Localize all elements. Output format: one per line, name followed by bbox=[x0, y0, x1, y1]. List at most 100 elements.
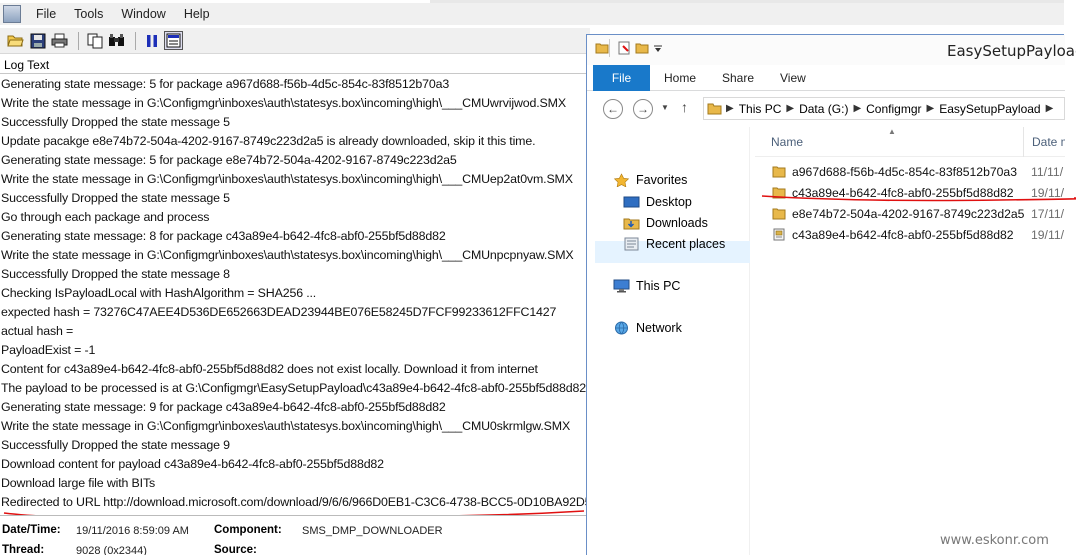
log-line[interactable]: Write the state message in G:\Configmgr\… bbox=[0, 94, 590, 113]
nav-this-pc-label: This PC bbox=[636, 279, 681, 293]
log-line[interactable]: Update pacakge e8e74b72-504a-4202-9167-8… bbox=[0, 132, 590, 151]
file-name: c43a89e4-b642-4fc8-abf0-255bf5d88d82 bbox=[792, 227, 1014, 242]
toolbar bbox=[0, 28, 590, 54]
thread-label: Thread: bbox=[2, 544, 45, 555]
nav-recent-places[interactable]: Recent places bbox=[623, 237, 725, 251]
nav-downloads[interactable]: Downloads bbox=[623, 216, 708, 230]
desktop-icon bbox=[623, 196, 640, 208]
log-line[interactable]: Checking IsPayloadLocal with HashAlgorit… bbox=[0, 284, 590, 303]
history-chevron-icon[interactable]: ▼ bbox=[661, 103, 669, 112]
up-arrow-icon[interactable]: ↑ bbox=[681, 99, 688, 115]
pause-icon[interactable] bbox=[142, 31, 161, 50]
star-icon bbox=[613, 173, 630, 187]
component-value: SMS_DMP_DOWNLOADER bbox=[302, 525, 443, 537]
nav-network-label: Network bbox=[636, 321, 682, 335]
address-bar[interactable]: ▶ This PC ▶ Data (G:) ▶ Configmgr ▶ Easy… bbox=[703, 97, 1065, 120]
log-line[interactable]: The payload to be processed is at G:\Con… bbox=[0, 379, 590, 398]
log-line[interactable]: expected hash = 73276C47AEE4D536DE652663… bbox=[0, 303, 590, 322]
column-divider[interactable] bbox=[1023, 127, 1024, 157]
nav-favorites-label: Favorites bbox=[636, 173, 688, 187]
file-date: 19/11/ bbox=[1031, 227, 1064, 242]
toolbar-separator bbox=[135, 31, 136, 50]
log-line[interactable]: actual hash = bbox=[0, 322, 590, 341]
log-text-column-header[interactable]: Log Text bbox=[0, 57, 590, 74]
source-label: Source: bbox=[214, 544, 257, 555]
nav-network[interactable]: Network bbox=[613, 321, 682, 335]
computer-icon bbox=[613, 279, 630, 293]
back-button[interactable]: ← bbox=[603, 99, 623, 119]
log-line[interactable]: Successfully Dropped the state message 9 bbox=[0, 436, 590, 455]
breadcrumb-separator-icon[interactable]: ▶ bbox=[1046, 103, 1054, 114]
log-line[interactable]: Write the state message in G:\Configmgr\… bbox=[0, 246, 590, 265]
copy-icon[interactable] bbox=[85, 31, 104, 50]
file-date: 17/11/ bbox=[1031, 206, 1064, 221]
chevron-down-icon[interactable] bbox=[653, 44, 663, 54]
menu-tools[interactable]: Tools bbox=[65, 7, 112, 21]
breadcrumb-separator-icon[interactable]: ▶ bbox=[927, 103, 935, 114]
ribbon-tab-file[interactable]: File bbox=[593, 65, 650, 91]
log-line[interactable]: Download large file with BITs bbox=[0, 474, 590, 493]
ribbon-tab-share[interactable]: Share bbox=[722, 65, 754, 91]
cab-file-icon bbox=[773, 228, 785, 241]
log-line[interactable]: Successfully Dropped the state message 5 bbox=[0, 189, 590, 208]
file-row[interactable]: c43a89e4-b642-4fc8-abf0-255bf5d88d82 19/… bbox=[755, 224, 1065, 245]
log-line[interactable]: Go through each package and process bbox=[0, 208, 590, 227]
sort-ascending-icon: ▲ bbox=[888, 127, 896, 136]
breadcrumb-easysetuppayload[interactable]: EasySetupPayload bbox=[939, 102, 1040, 116]
ribbon-tab-home[interactable]: Home bbox=[664, 65, 696, 91]
folder-icon bbox=[707, 103, 722, 115]
file-explorer-window: EasySetupPayload File Home Share View ← … bbox=[586, 34, 1076, 555]
new-folder-icon[interactable] bbox=[635, 41, 649, 55]
log-line[interactable]: Write the state message in G:\Configmgr\… bbox=[0, 170, 590, 189]
breadcrumb-separator-icon[interactable]: ▶ bbox=[726, 103, 734, 114]
log-line[interactable]: Generating state message: 5 for package … bbox=[0, 151, 590, 170]
log-line[interactable]: Write the state message in G:\Configmgr\… bbox=[0, 417, 590, 436]
menu-help[interactable]: Help bbox=[175, 7, 219, 21]
column-headers: Name ▲ Date m bbox=[755, 127, 1065, 157]
nav-this-pc[interactable]: This PC bbox=[613, 279, 680, 293]
log-line[interactable]: Download content for payload c43a89e4-b6… bbox=[0, 455, 590, 474]
network-icon bbox=[615, 321, 628, 335]
recent-places-icon bbox=[624, 237, 639, 251]
save-icon[interactable] bbox=[28, 31, 47, 50]
toolbar-separator bbox=[78, 31, 79, 50]
file-row[interactable]: e8e74b72-504a-4202-9167-8749c223d2a5 17/… bbox=[755, 203, 1065, 224]
details-pane-icon[interactable] bbox=[164, 31, 183, 50]
folder-icon bbox=[772, 166, 786, 178]
print-icon[interactable] bbox=[50, 31, 69, 50]
nav-favorites[interactable]: Favorites bbox=[613, 173, 687, 187]
log-line[interactable]: Successfully Dropped the state message 8 bbox=[0, 265, 590, 284]
breadcrumb-configmgr[interactable]: Configmgr bbox=[866, 102, 921, 116]
log-line[interactable]: Successfully Dropped the state message 5 bbox=[0, 113, 590, 132]
ribbon-tab-view[interactable]: View bbox=[780, 65, 806, 91]
forward-button[interactable]: → bbox=[633, 99, 653, 119]
log-line[interactable]: PayloadExist = -1 bbox=[0, 341, 590, 360]
file-row[interactable]: a967d688-f56b-4d5c-854c-83f8512b70a3 11/… bbox=[755, 161, 1065, 182]
log-line[interactable]: Content for c43a89e4-b642-4fc8-abf0-255b… bbox=[0, 360, 590, 379]
datetime-value: 19/11/2016 8:59:09 AM bbox=[76, 525, 189, 537]
annotation-underline-folder bbox=[761, 195, 1076, 202]
breadcrumb-separator-icon[interactable]: ▶ bbox=[853, 103, 861, 114]
properties-icon[interactable] bbox=[617, 41, 631, 55]
log-lines-list: Generating state message: 5 for package … bbox=[0, 75, 590, 512]
title-separator bbox=[609, 39, 610, 57]
menu-file[interactable]: File bbox=[27, 7, 65, 21]
thread-value: 9028 (0x2344) bbox=[76, 545, 147, 555]
breadcrumb-this-pc[interactable]: This PC bbox=[739, 102, 782, 116]
open-folder-icon[interactable] bbox=[6, 31, 25, 50]
breadcrumb-separator-icon[interactable]: ▶ bbox=[786, 103, 794, 114]
datetime-label: Date/Time: bbox=[2, 524, 61, 536]
column-date[interactable]: Date m bbox=[1032, 135, 1065, 149]
log-line[interactable]: Generating state message: 5 for package … bbox=[0, 75, 590, 94]
menu-window[interactable]: Window bbox=[112, 7, 174, 21]
nav-desktop[interactable]: Desktop bbox=[623, 195, 692, 209]
log-line[interactable]: Generating state message: 9 for package … bbox=[0, 398, 590, 417]
folder-icon bbox=[595, 43, 609, 54]
log-line[interactable]: Generating state message: 8 for package … bbox=[0, 227, 590, 246]
explorer-title: EasySetupPayload bbox=[947, 42, 1076, 60]
navigation-pane: Favorites Desktop Downloads Recent place… bbox=[587, 127, 750, 555]
column-name[interactable]: Name bbox=[771, 135, 803, 149]
find-icon[interactable] bbox=[107, 31, 126, 50]
breadcrumb-data-drive[interactable]: Data (G:) bbox=[799, 102, 848, 116]
folder-icon bbox=[772, 208, 786, 220]
